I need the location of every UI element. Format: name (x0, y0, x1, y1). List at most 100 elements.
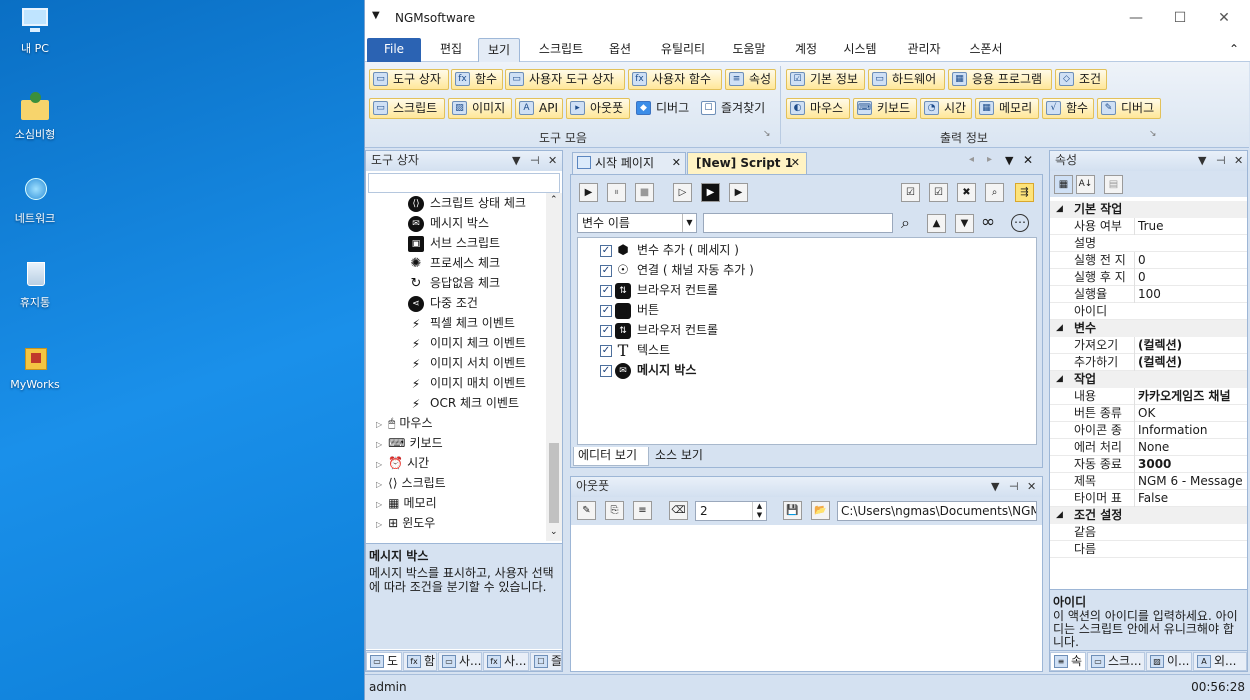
property-row[interactable]: 실행율 100 (1050, 286, 1247, 303)
tab-editor-view[interactable]: 에디터 보기 (573, 447, 649, 466)
spinner-arrows-icon[interactable]: ▲ ▼ (752, 502, 766, 520)
property-row[interactable]: 제목 NGM 6 - Message (1050, 473, 1247, 490)
menu-view[interactable]: 보기 (478, 38, 520, 62)
maximize-button[interactable]: ☐ (1157, 6, 1203, 32)
eraser-button[interactable]: ⌫ (669, 501, 688, 520)
categorized-view-button[interactable]: ▦ (1054, 175, 1073, 194)
property-category[interactable]: ◢ 조건 설정 (1050, 507, 1247, 524)
property-value[interactable]: OK (1134, 405, 1247, 422)
property-row[interactable]: 다름 (1050, 541, 1247, 558)
action-row[interactable]: ✓ ⇅ 브라우저 컨트롤 (600, 280, 718, 300)
collapse-arrow-icon[interactable]: ◢ (1056, 371, 1063, 388)
toolbox-category-script[interactable]: ▷ ⟨⟩ 스크립트 (376, 473, 446, 493)
row-checkbox[interactable]: ✓ (600, 244, 612, 257)
property-value[interactable]: None (1134, 439, 1247, 456)
menu-admin[interactable]: 관리자 (901, 38, 947, 62)
ribbon-basic-info-button[interactable]: ☑ 기본 정보 (786, 69, 865, 90)
toolbox-close-icon[interactable]: ✕ (548, 151, 557, 170)
copy-output-button[interactable]: ⎘ (605, 501, 624, 520)
toolbox-item[interactable]: ⋖ 다중 조건 (408, 293, 478, 313)
tab-scroll-right-icon[interactable]: ▸ (987, 154, 992, 165)
menu-sponsor[interactable]: 스폰서 (963, 38, 1009, 62)
ribbon-output-button[interactable]: ▸ 아웃풋 (566, 98, 630, 119)
toolbox-item[interactable]: ⚡ 이미지 서치 이벤트 (408, 353, 526, 373)
list-button[interactable]: ≡ (633, 501, 652, 520)
menu-file[interactable]: File (367, 38, 421, 62)
ribbon-debug-button[interactable]: ◆ 디버그 (632, 98, 694, 119)
ribbon-application-button[interactable]: ▦ 응용 프로그램 (948, 69, 1052, 90)
action-row[interactable]: ✓ ⇅ 브라우저 컨트롤 (600, 320, 718, 340)
toolbox-item[interactable]: ✺ 프로세스 체크 (408, 253, 501, 273)
ribbon-mouse-button[interactable]: ◐ 마우스 (786, 98, 850, 119)
ribbon-properties-button[interactable]: ≡ 속성 (725, 69, 776, 90)
tab-user-toolbox[interactable]: ▭ 사... (438, 652, 482, 671)
property-value[interactable]: (컬렉션) (1134, 354, 1247, 371)
property-pages-button[interactable]: ▤ (1104, 175, 1123, 194)
ribbon-collapse-icon[interactable]: ⌃ (1225, 38, 1243, 62)
toolbox-category-window[interactable]: ▷ ⊞ 윈도우 (376, 513, 435, 533)
group-launcher-icon-output[interactable]: ↘ (1149, 129, 1157, 139)
menu-system[interactable]: 시스템 (837, 38, 883, 62)
menu-options[interactable]: 옵션 (603, 38, 637, 62)
ribbon-toolbox-button[interactable]: ▭ 도구 상자 (369, 69, 449, 90)
row-checkbox[interactable]: ✓ (600, 304, 612, 317)
tab-toolbox[interactable]: ▭ 도 (366, 652, 402, 671)
property-value[interactable]: NGM 6 - Message (1134, 473, 1247, 490)
ribbon-memory-button[interactable]: ▦ 메모리 (975, 98, 1039, 119)
property-row[interactable]: 사용 여부 True (1050, 218, 1247, 235)
check-button[interactable]: ☑ (929, 183, 948, 202)
move-up-button[interactable]: ▲ (927, 214, 946, 233)
toolbox-item[interactable]: ▣ 서브 스크립트 (408, 233, 500, 253)
more-options-icon[interactable]: ⋯ (1011, 214, 1029, 232)
step-button[interactable]: ▶ (701, 183, 720, 202)
variable-search-input[interactable] (703, 213, 893, 233)
tab-start-page[interactable]: 시작 페이지 ✕ (572, 152, 686, 174)
toolbox-item[interactable]: ⚡ 이미지 체크 이벤트 (408, 333, 526, 353)
row-checkbox[interactable]: ✓ (600, 324, 612, 337)
ribbon-time-button[interactable]: ◔ 시간 (920, 98, 972, 119)
toolbox-scrollbar[interactable]: ⌃ ⌄ (546, 193, 562, 541)
run-selected-button[interactable]: ▶ (729, 183, 748, 202)
desktop-icon-user[interactable]: 소심비형 (6, 90, 64, 142)
output-close-icon[interactable]: ✕ (1027, 477, 1036, 496)
properties-pin-icon[interactable]: ⊣ (1216, 151, 1226, 170)
property-row[interactable]: 추가하기 (컬렉션) (1050, 354, 1247, 371)
row-checkbox[interactable]: ✓ (600, 264, 612, 277)
level-spinner[interactable]: 2 ▲ ▼ (695, 501, 767, 521)
ribbon-user-toolbox-button[interactable]: ▭ 사용자 도구 상자 (505, 69, 625, 90)
close-tab-icon[interactable]: ✕ (791, 153, 800, 173)
ribbon-image-button[interactable]: ▨ 이미지 (448, 98, 512, 119)
scroll-up-icon[interactable]: ⌃ (550, 195, 558, 205)
properties-dropdown-icon[interactable]: ▼ (1198, 151, 1206, 170)
toolbox-item[interactable]: ⟨⟩ 스크립트 상태 체크 (408, 193, 526, 213)
desktop-icon-network[interactable]: 네트워크 (6, 174, 64, 226)
menu-account[interactable]: 계정 (789, 38, 823, 62)
quick-access-dropdown-icon[interactable]: ▼ (372, 10, 380, 21)
clear-output-button[interactable]: ✎ (577, 501, 596, 520)
property-value[interactable]: 100 (1134, 286, 1247, 303)
output-pin-icon[interactable]: ⊣ (1009, 477, 1019, 496)
property-row[interactable]: 아이디 (1050, 303, 1247, 320)
property-category[interactable]: ◢ 변수 (1050, 320, 1247, 337)
action-row[interactable]: ✓ T 텍스트 (600, 340, 670, 360)
output-dropdown-icon[interactable]: ▼ (991, 477, 999, 496)
search-button[interactable]: ⌕ (985, 183, 1004, 202)
tab-script-1[interactable]: [New] Script 1 ✕ (687, 152, 807, 174)
ribbon-function-button[interactable]: fx 함수 (451, 69, 503, 90)
property-value[interactable]: (컬렉션) (1134, 337, 1247, 354)
tab-user-function[interactable]: fx 사... (483, 652, 529, 671)
ribbon-user-function-button[interactable]: fx 사용자 함수 (628, 69, 722, 90)
toolbox-item[interactable]: ↻ 응답없음 체크 (408, 273, 501, 293)
property-row[interactable]: 에러 처리 None (1050, 439, 1247, 456)
desktop-icon-myworks[interactable]: MyWorks (6, 342, 64, 391)
toolbox-category-time[interactable]: ▷ ⏰ 시간 (376, 453, 429, 473)
toolbox-search-input[interactable] (368, 173, 560, 193)
scroll-down-icon[interactable]: ⌄ (550, 527, 558, 537)
toolbox-pin-icon[interactable]: ⊣ (530, 151, 540, 170)
tab-function[interactable]: fx 함 (403, 652, 437, 671)
run-outline-button[interactable]: ▷ (673, 183, 692, 202)
property-row[interactable]: 실행 전 지 0 (1050, 252, 1247, 269)
property-category[interactable]: ◢ 기본 작업 (1050, 201, 1247, 218)
collapse-arrow-icon[interactable]: ◢ (1056, 507, 1063, 524)
check-all-button[interactable]: ☑ (901, 183, 920, 202)
